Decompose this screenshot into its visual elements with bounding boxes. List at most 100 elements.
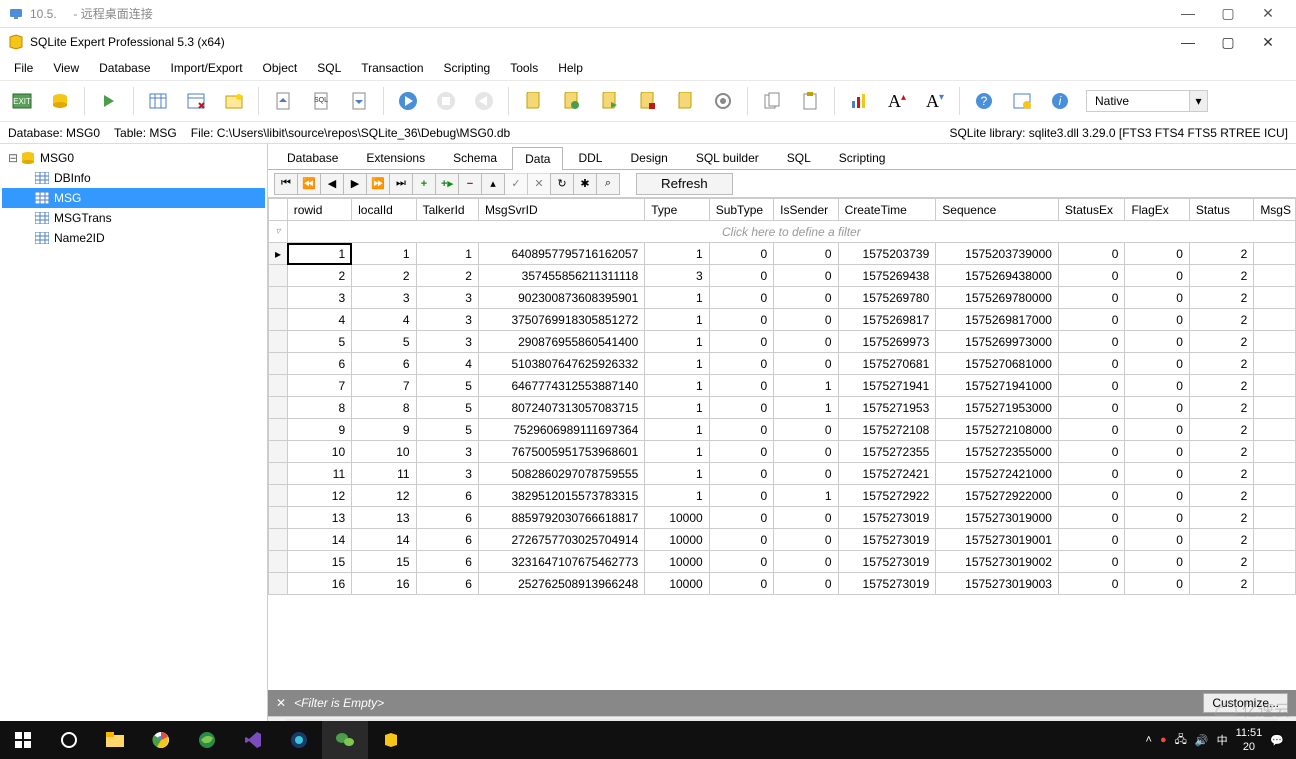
new-table-button[interactable] [142, 85, 174, 117]
cell[interactable]: 1 [645, 485, 709, 507]
import-sql-button[interactable] [267, 85, 299, 117]
menu-tools[interactable]: Tools [502, 59, 546, 77]
cell[interactable]: 0 [1125, 353, 1189, 375]
cell[interactable]: 2 [1189, 573, 1253, 595]
menu-file[interactable]: File [6, 59, 41, 77]
cell[interactable]: 0 [1058, 485, 1125, 507]
cell[interactable]: 1 [645, 419, 709, 441]
cell[interactable]: 0 [1058, 507, 1125, 529]
cell[interactable]: 0 [774, 507, 838, 529]
customize-filter-button[interactable]: Customize... [1203, 693, 1288, 713]
cell[interactable]: 0 [1125, 441, 1189, 463]
edge-icon[interactable] [184, 721, 230, 759]
cell[interactable]: 9 [287, 419, 351, 441]
cell[interactable]: 1575269438 [838, 265, 936, 287]
cell[interactable]: 0 [709, 287, 773, 309]
cell[interactable]: 0 [709, 331, 773, 353]
cell[interactable]: 0 [1125, 265, 1189, 287]
exit-button[interactable]: EXIT [6, 85, 38, 117]
cell[interactable]: 0 [1125, 287, 1189, 309]
cell[interactable]: 1575272922 [838, 485, 936, 507]
bookmark-button[interactable]: ✱ [573, 173, 597, 195]
cell[interactable]: 0 [774, 309, 838, 331]
cell[interactable]: 1575269780000 [936, 287, 1059, 309]
cell[interactable]: 0 [1058, 243, 1125, 265]
cell[interactable] [1254, 265, 1296, 287]
tree-root[interactable]: ⊟ MSG0 [2, 148, 265, 168]
cell[interactable]: 10 [352, 441, 416, 463]
cell[interactable] [1254, 507, 1296, 529]
cell[interactable]: 0 [709, 463, 773, 485]
notifications-icon[interactable]: 💬 [1270, 734, 1284, 747]
play-icon[interactable] [392, 85, 424, 117]
table-row[interactable]: 1313688597920307666188171000000157527301… [269, 507, 1296, 529]
col-issender[interactable]: IsSender [774, 199, 838, 221]
tab-data[interactable]: Data [512, 147, 563, 170]
cell[interactable]: 290876955860541400 [478, 331, 644, 353]
cell[interactable]: 0 [1125, 529, 1189, 551]
cell[interactable]: 16 [352, 573, 416, 595]
cell[interactable] [1254, 331, 1296, 353]
menu-transaction[interactable]: Transaction [353, 59, 431, 77]
cell[interactable]: 0 [774, 551, 838, 573]
cell[interactable]: 2 [1189, 331, 1253, 353]
cell[interactable]: 12 [287, 485, 351, 507]
col-status[interactable]: Status [1189, 199, 1253, 221]
cell[interactable]: 3829512015573783315 [478, 485, 644, 507]
cell[interactable]: 0 [709, 309, 773, 331]
table-row[interactable]: 6645103807647625926332100157527068115752… [269, 353, 1296, 375]
encoding-select[interactable]: Native ▾ [1086, 90, 1208, 112]
cell[interactable]: 1575273019 [838, 551, 936, 573]
cell[interactable] [1254, 397, 1296, 419]
cell[interactable]: 2 [1189, 243, 1253, 265]
cell[interactable]: 2 [1189, 529, 1253, 551]
tab-database[interactable]: Database [274, 146, 351, 169]
cell[interactable]: 12 [352, 485, 416, 507]
tray-chevron-icon[interactable]: ˄ [1146, 734, 1152, 746]
filter-hint[interactable]: Click here to define a filter [287, 221, 1295, 243]
cell[interactable]: 1575203739000 [936, 243, 1059, 265]
cell[interactable]: 1575272355000 [936, 441, 1059, 463]
cell[interactable]: 6408957795716162057 [478, 243, 644, 265]
cell[interactable]: 1 [645, 353, 709, 375]
col-rowid[interactable]: rowid [287, 199, 351, 221]
cell[interactable]: 0 [1125, 309, 1189, 331]
col-subtype[interactable]: SubType [709, 199, 773, 221]
cell[interactable] [1254, 529, 1296, 551]
cell[interactable] [1254, 485, 1296, 507]
table-row[interactable]: 8858072407313057083715101157527195315752… [269, 397, 1296, 419]
cell[interactable]: 1 [645, 309, 709, 331]
cell[interactable]: 5082860297078759555 [478, 463, 644, 485]
cell[interactable]: 0 [1125, 551, 1189, 573]
cell[interactable]: 0 [1058, 441, 1125, 463]
cell[interactable]: 3231647107675462773 [478, 551, 644, 573]
table-row[interactable]: 4433750769918305851272100157526981715752… [269, 309, 1296, 331]
cell[interactable] [1254, 309, 1296, 331]
cell[interactable]: 3 [352, 287, 416, 309]
cell[interactable]: 902300873608395901 [478, 287, 644, 309]
cell[interactable]: 2 [1189, 507, 1253, 529]
nav-next-button[interactable]: ▶ [343, 173, 367, 195]
cell[interactable]: 0 [774, 419, 838, 441]
cell[interactable]: 0 [709, 551, 773, 573]
cell[interactable]: 2 [1189, 397, 1253, 419]
col-flagex[interactable]: FlagEx [1125, 199, 1189, 221]
nav-prev-page-button[interactable]: ⏪ [297, 173, 321, 195]
cell[interactable]: 10 [287, 441, 351, 463]
cell[interactable]: 0 [1125, 397, 1189, 419]
nav-next-page-button[interactable]: ⏩ [366, 173, 390, 195]
cell[interactable]: 6 [416, 573, 478, 595]
cell[interactable]: 1575271941000 [936, 375, 1059, 397]
col-statusex[interactable]: StatusEx [1058, 199, 1125, 221]
cell[interactable]: 0 [1125, 485, 1189, 507]
rdp-close-button[interactable]: ✕ [1248, 5, 1288, 22]
cell[interactable]: 4 [416, 353, 478, 375]
info-icon[interactable]: i [1044, 85, 1076, 117]
cell[interactable]: 1575269438000 [936, 265, 1059, 287]
cell[interactable]: 11 [352, 463, 416, 485]
refresh-nav-button[interactable]: ↻ [550, 173, 574, 195]
cell[interactable]: 8072407313057083715 [478, 397, 644, 419]
cell[interactable]: 0 [1058, 353, 1125, 375]
tab-extensions[interactable]: Extensions [353, 146, 438, 169]
cell[interactable]: 2 [1189, 265, 1253, 287]
